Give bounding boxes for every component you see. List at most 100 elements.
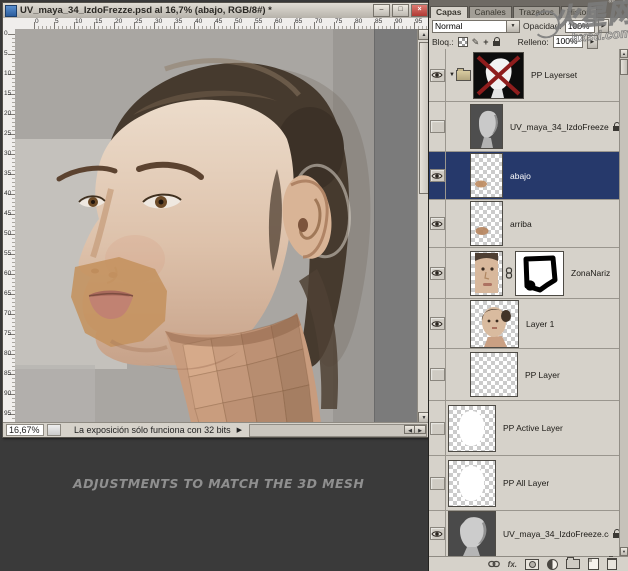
document-titlebar[interactable]: UV_maya_34_IzdoFrezze.psd al 16,7% (abaj… <box>3 3 430 19</box>
visibility-cell[interactable] <box>429 511 446 556</box>
ruler-tick-label: 5 <box>4 50 8 57</box>
layer-thumbnail-face-crop[interactable] <box>470 251 503 296</box>
tab-capas[interactable]: Capas <box>430 6 468 18</box>
ruler-tick-label: 50 <box>4 230 11 237</box>
eye-hidden-toggle[interactable] <box>430 477 445 490</box>
layers-scroll-thumb[interactable] <box>620 59 628 75</box>
ruler-tick-label: 35 <box>175 18 182 25</box>
horizontal-scrollbar[interactable]: ◀ ▶ <box>249 424 427 437</box>
layer-row-zonanariz[interactable]: ZonaNariz <box>429 248 620 299</box>
new-adjustment-layer-icon[interactable] <box>547 559 558 570</box>
eye-hidden-toggle[interactable] <box>430 422 445 435</box>
layer-name[interactable]: ZonaNariz <box>571 268 610 278</box>
status-info-icon[interactable] <box>47 424 61 436</box>
layers-scroll-up-icon[interactable]: ▲ <box>620 49 628 58</box>
delete-layer-icon[interactable] <box>607 558 617 570</box>
lock-pixels-icon[interactable]: ✎ <box>472 37 480 47</box>
close-panel-icon[interactable]: × <box>622 0 626 5</box>
visibility-cell[interactable] <box>429 152 446 199</box>
visibility-cell[interactable] <box>429 49 446 101</box>
new-group-icon[interactable] <box>566 559 580 569</box>
layer-thumbnail-face-photo[interactable] <box>470 300 519 348</box>
group-expander-icon[interactable]: ▼ <box>449 72 455 78</box>
collapse-panel-icon[interactable]: «« <box>608 0 615 5</box>
layer-row-uv-maya-34-izdofreeze-c4d[interactable]: UV_maya_34_IzdoFreeze.c4d... <box>429 102 620 152</box>
tab-trazados[interactable]: Trazados <box>513 6 560 18</box>
visibility-cell[interactable] <box>429 401 446 455</box>
opacity-spinner-icon[interactable]: ▶ <box>598 19 609 33</box>
tab-histori[interactable]: Histori <box>561 6 597 18</box>
eye-icon[interactable] <box>430 267 445 280</box>
eye-icon[interactable] <box>430 217 445 230</box>
layer-name[interactable]: Layer 1 <box>526 319 554 329</box>
tab-canales[interactable]: Canales <box>469 6 512 18</box>
opacity-value[interactable]: 100% <box>565 20 595 33</box>
layers-scrollbar[interactable]: ▲ ▼ <box>619 49 628 556</box>
minimize-button[interactable]: – <box>373 4 390 17</box>
scroll-right-icon[interactable]: ▶ <box>414 425 426 434</box>
visibility-cell[interactable] <box>429 299 446 348</box>
visibility-cell[interactable] <box>429 349 446 400</box>
layer-thumbnail-white-blob[interactable] <box>448 460 496 507</box>
layer-thumbnail-smudge-low[interactable] <box>470 153 503 198</box>
eye-icon[interactable] <box>430 169 445 182</box>
visibility-cell[interactable] <box>429 456 446 510</box>
layer-name[interactable]: arriba <box>510 219 532 229</box>
blend-mode-select[interactable]: Normal ▼ <box>432 20 520 33</box>
ruler-tick-label: 55 <box>255 18 262 25</box>
layer-row-pp-layer[interactable]: PP Layer <box>429 349 620 401</box>
add-layer-mask-icon[interactable] <box>525 559 539 570</box>
layer-style-icon[interactable]: fx. <box>508 560 517 569</box>
visibility-cell[interactable] <box>429 102 446 151</box>
eye-hidden-toggle[interactable] <box>430 368 445 381</box>
layer-thumbnail-head-3d[interactable] <box>470 104 503 149</box>
status-menu-arrow-icon[interactable]: ▶ <box>237 426 242 434</box>
layer-row-pp-layerset[interactable]: ▼ PP Layerset <box>429 49 620 102</box>
layer-name[interactable]: PP Active Layer <box>503 423 563 433</box>
chevron-down-icon[interactable]: ▼ <box>506 21 519 32</box>
layer-thumbnail-head-crossed[interactable] <box>473 52 524 99</box>
layer-row-pp-active-layer[interactable]: PP Active Layer <box>429 401 620 456</box>
layer-row-uv-maya-34-izdofreeze-c4d-0-par[interactable]: UV_maya_34_IzdoFreeze.c4d | 0 | Par... <box>429 511 620 556</box>
visibility-cell[interactable] <box>429 200 446 247</box>
fill-spinner-icon[interactable]: ▶ <box>587 35 598 49</box>
layer-thumbnail-smudge-mid[interactable] <box>470 201 503 246</box>
restore-button[interactable]: □ <box>392 4 409 17</box>
layers-footer: fx. <box>429 556 628 571</box>
layer-row-arriba[interactable]: arriba <box>429 200 620 248</box>
layer-name[interactable]: PP Layer <box>525 370 560 380</box>
layer-mask-thumbnail[interactable] <box>515 251 564 296</box>
layer-name[interactable]: PP Layerset <box>531 70 577 80</box>
layers-panel: «« × CapasCanalesTrazadosHistori Normal … <box>428 0 628 571</box>
layer-name[interactable]: UV_maya_34_IzdoFreeze.c4d | 0 | Par... <box>503 529 609 539</box>
visibility-cell[interactable] <box>429 248 446 298</box>
canvas-image[interactable] <box>15 29 374 423</box>
eye-hidden-toggle[interactable] <box>430 120 445 133</box>
fill-value[interactable]: 100% <box>553 35 583 48</box>
eye-icon[interactable] <box>430 527 445 540</box>
layer-thumbnail-white-blob[interactable] <box>448 405 496 452</box>
close-button[interactable]: × <box>411 4 428 17</box>
ruler-tick-label: 70 <box>315 18 322 25</box>
layer-row-abajo[interactable]: abajo <box>429 152 620 200</box>
layer-thumbnail-transparent[interactable] <box>470 352 518 397</box>
new-layer-icon[interactable] <box>588 558 599 570</box>
zoom-level-field[interactable]: 16,67% <box>6 424 44 436</box>
mask-link-icon[interactable] <box>505 267 513 279</box>
lock-transparency-icon[interactable] <box>458 37 468 47</box>
eye-icon[interactable] <box>430 69 445 82</box>
layer-name[interactable]: abajo <box>510 171 531 181</box>
fill-label: Relleno: <box>518 37 549 47</box>
layer-row-layer-1[interactable]: Layer 1 <box>429 299 620 349</box>
link-layers-icon[interactable] <box>488 560 500 568</box>
layer-name[interactable]: UV_maya_34_IzdoFreeze.c4d... <box>510 122 609 132</box>
folder-icon <box>456 70 471 81</box>
layer-thumbnail-head-3d-large[interactable] <box>448 511 496 557</box>
lock-all-icon[interactable] <box>493 37 500 46</box>
layer-row-pp-all-layer[interactable]: PP All Layer <box>429 456 620 511</box>
layer-name[interactable]: PP All Layer <box>503 478 549 488</box>
lock-position-icon[interactable]: + <box>483 37 488 47</box>
ruler-tick-label: 20 <box>4 110 11 117</box>
layers-scroll-down-icon[interactable]: ▼ <box>620 547 628 556</box>
eye-icon[interactable] <box>430 317 445 330</box>
